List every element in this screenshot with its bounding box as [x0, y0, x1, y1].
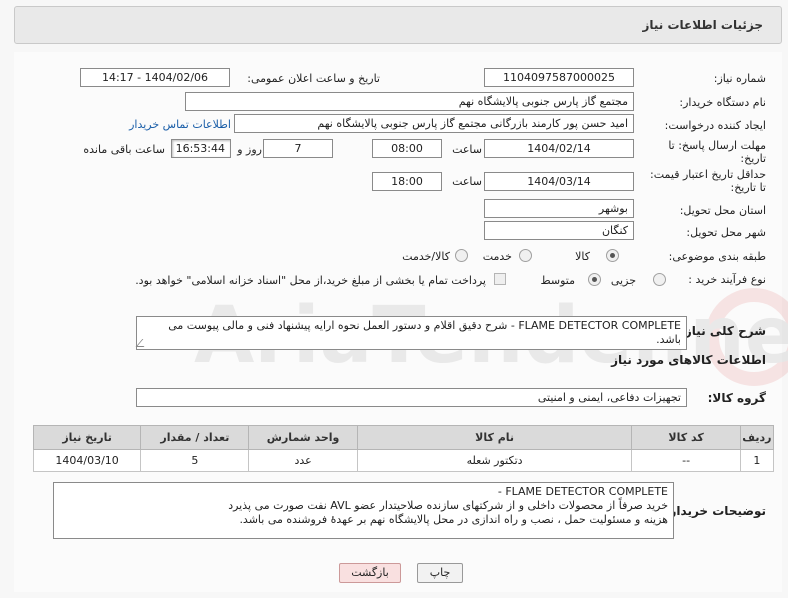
days-label: روز و [237, 143, 262, 156]
city-field: کنگان [484, 221, 634, 240]
back-button[interactable]: بازگشت [339, 563, 401, 583]
buyer-notes-line-2: خرید صرفاً از محصولات داخلی و از شرکتهای… [228, 499, 668, 512]
col-date: تاریخ نیاز [32, 425, 142, 450]
summary-label: شرح کلی نیاز: [680, 324, 766, 338]
validity-label-date: تا تاریخ: [730, 181, 766, 194]
category-label: طبقه بندی موضوعی: [668, 250, 766, 263]
process-radio-minor[interactable] [653, 273, 666, 286]
days-field: 7 [263, 139, 333, 158]
validity-time-field: 18:00 [372, 172, 442, 191]
deadline-label-date: تاریخ: [740, 152, 766, 165]
goods-table: ردیف کد کالا نام کالا واحد شمارش تعداد /… [32, 425, 775, 472]
cell-code: -- [631, 449, 741, 472]
category-radio-service[interactable] [519, 249, 532, 262]
summary-text: FLAME DETECTOR COMPLETE - شرح دقیق اقلام… [168, 319, 681, 346]
buyer-org-label: نام دستگاه خریدار: [679, 96, 766, 109]
print-button[interactable]: چاپ [417, 563, 463, 583]
category-radio-both[interactable] [455, 249, 468, 262]
province-field: بوشهر [484, 199, 634, 218]
cell-qty: 5 [140, 449, 250, 472]
category-option-service: خدمت [482, 250, 512, 263]
process-option-medium: متوسط [540, 274, 575, 287]
summary-field: FLAME DETECTOR COMPLETE - شرح دقیق اقلام… [135, 316, 687, 350]
buyer-org-field: مجتمع گاز پارس جنوبی پالایشگاه نهم [185, 92, 634, 111]
col-code: کد کالا [631, 425, 741, 450]
process-option-minor: جزیی [610, 274, 636, 287]
cell-date: 1404/03/10 [32, 449, 142, 472]
category-option-goods: کالا [575, 250, 590, 263]
process-label: نوع فرآیند خرید : [688, 273, 766, 286]
deadline-time-field: 08:00 [372, 139, 442, 158]
announce-label: تاریخ و ساعت اعلان عمومی: [247, 72, 380, 85]
goods-table-header: ردیف کد کالا نام کالا واحد شمارش تعداد /… [32, 425, 775, 450]
col-name: نام کالا [356, 425, 633, 450]
remaining-label: ساعت باقی مانده [83, 143, 165, 156]
need-number-field: 1104097587000025 [484, 68, 634, 87]
deadline-hour-label: ساعت [452, 143, 482, 156]
category-radio-goods[interactable] [606, 249, 619, 262]
validity-hour-label: ساعت [452, 175, 482, 188]
table-row[interactable]: 1 -- دتکتور شعله عدد 5 1404/03/10 [32, 449, 775, 472]
col-row: ردیف [739, 425, 775, 450]
col-qty: تعداد / مقدار [140, 425, 250, 450]
page-header: جزئیات اطلاعات نیاز [14, 6, 782, 44]
buyer-notes-line-3: هزینه و مسئولیت حمل ، نصب و راه اندازی د… [239, 513, 668, 526]
category-option-both: کالا/خدمت [402, 250, 450, 263]
goods-group-field: تجهیزات دفاعی، ایمنی و امنیتی [136, 388, 687, 407]
remaining-time-field: 16:53:44 [171, 139, 231, 158]
buyer-notes-line-1: FLAME DETECTOR COMPLETE - [497, 485, 668, 498]
buyer-notes-label: توضیحات خریدار: [664, 504, 766, 518]
page-title: جزئیات اطلاعات نیاز [642, 18, 763, 32]
payment-note: پرداخت تمام یا بخشی از مبلغ خرید،از محل … [135, 274, 486, 287]
goods-group-label: گروه کالا: [707, 391, 766, 405]
deadline-label: مهلت ارسال پاسخ: تا [668, 139, 766, 152]
province-label: استان محل تحویل: [679, 204, 766, 217]
buyer-notes-field: FLAME DETECTOR COMPLETE - خرید صرفاً از … [53, 482, 674, 539]
cell-unit: عدد [248, 449, 358, 472]
cell-row: 1 [739, 449, 775, 472]
need-number-label: شماره نیاز: [713, 72, 766, 85]
city-label: شهر محل تحویل: [686, 226, 766, 239]
announce-field: 1404/02/06 - 14:17 [80, 68, 230, 87]
creator-label: ایجاد کننده درخواست: [664, 119, 766, 132]
validity-date-field: 1404/03/14 [484, 172, 634, 191]
cell-name: دتکتور شعله [356, 449, 633, 472]
validity-label: حداقل تاریخ اعتبار قیمت: [650, 168, 766, 181]
treasury-payment-checkbox[interactable] [494, 273, 506, 285]
goods-section-title: اطلاعات کالاهای مورد نیاز [611, 353, 766, 367]
resize-grip-icon[interactable] [135, 339, 151, 347]
deadline-date-field: 1404/02/14 [484, 139, 634, 158]
col-unit: واحد شمارش [248, 425, 358, 450]
process-radio-medium[interactable] [588, 273, 601, 286]
creator-field: امید حسن پور کارمند بازرگانی مجتمع گاز پ… [234, 114, 634, 133]
contact-info-link[interactable]: اطلاعات تماس خریدار [129, 118, 231, 131]
